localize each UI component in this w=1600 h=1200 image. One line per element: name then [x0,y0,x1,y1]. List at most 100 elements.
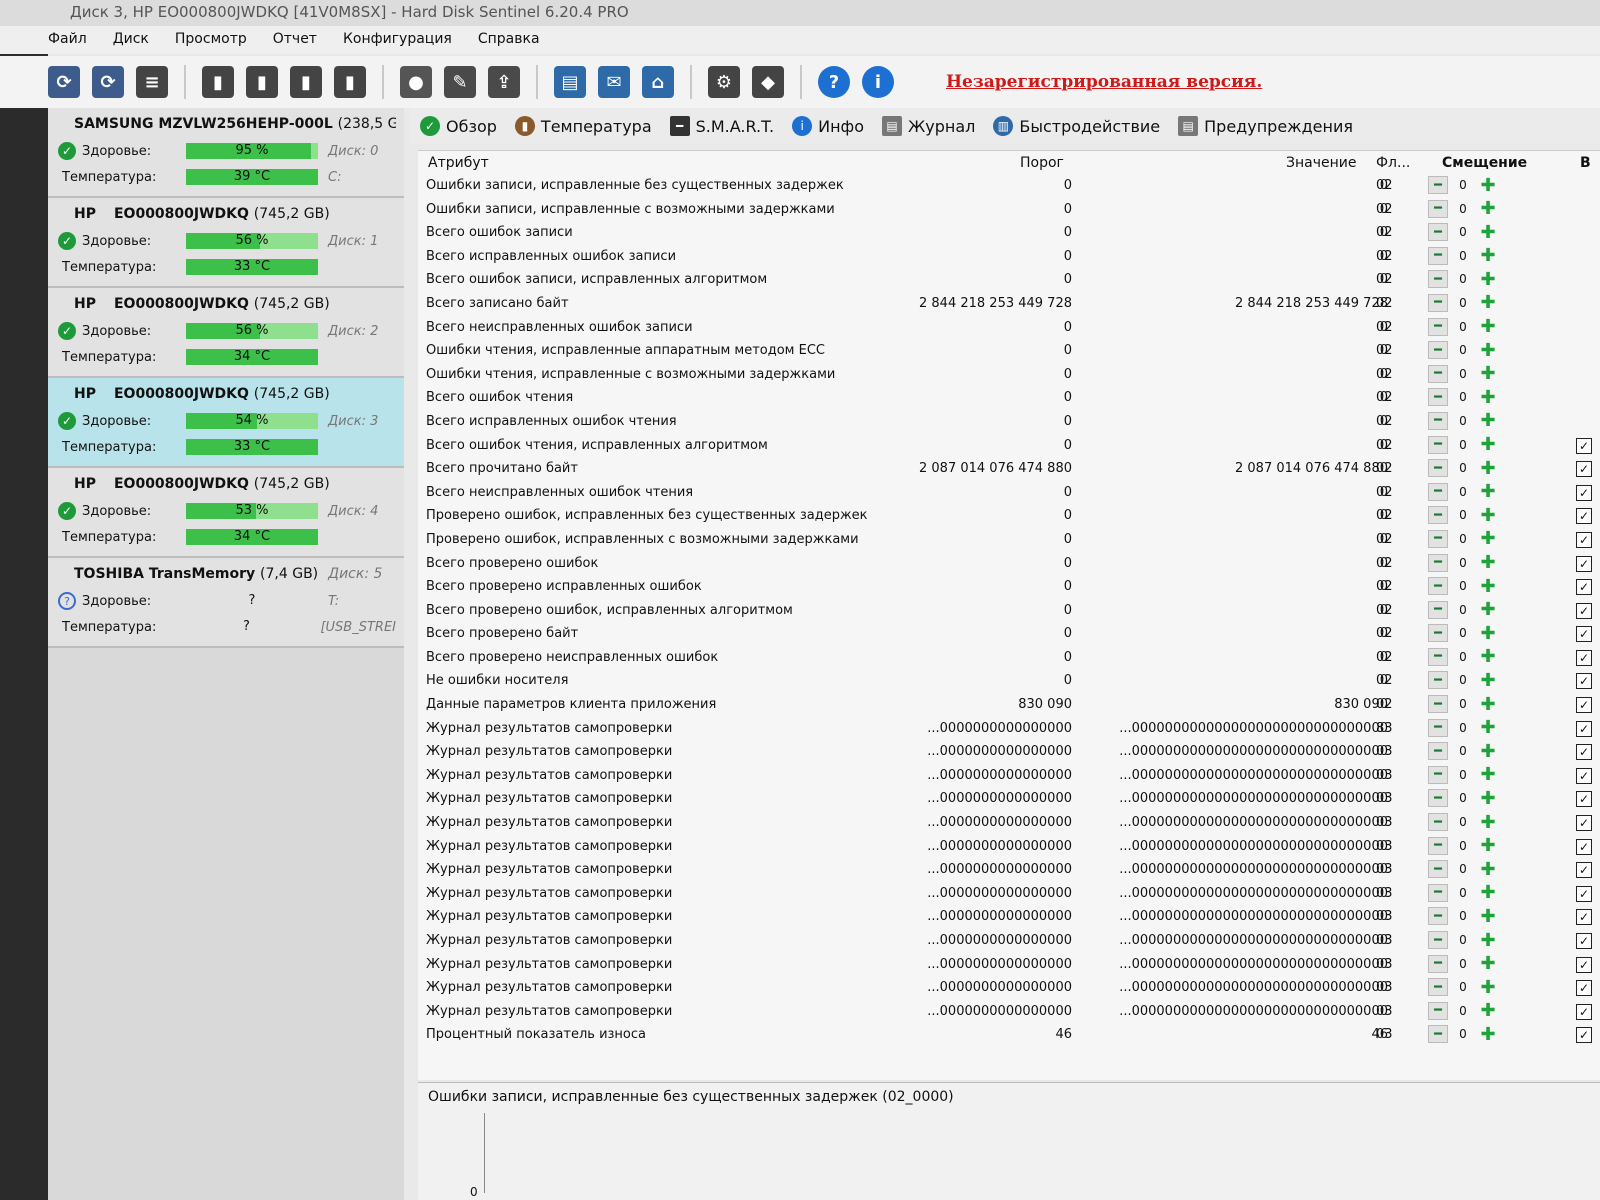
table-row[interactable]: Всего записано байт 2 844 218 253 449 728… [418,292,1600,317]
offset-decrease-button[interactable]: ━ [1428,459,1448,478]
offset-decrease-button[interactable]: ━ [1428,293,1448,312]
menu-item-2[interactable]: Просмотр [175,31,247,49]
offset-decrease-button[interactable]: ━ [1428,577,1448,596]
refresh-all-icon[interactable]: ⟳ [92,66,124,98]
offset-decrease-button[interactable]: ━ [1428,199,1448,218]
offset-increase-button[interactable]: ✚ [1478,175,1498,196]
menu-item-5[interactable]: Справка [478,31,540,49]
offset-increase-button[interactable]: ✚ [1478,316,1498,337]
offset-decrease-button[interactable]: ━ [1428,978,1448,997]
row-checkbox[interactable]: ✓ [1576,744,1592,761]
unregistered-version-link[interactable]: Незарегистрированная версия. [946,72,1262,92]
table-row[interactable]: Журнал результатов самопроверки ...000000… [418,906,1600,930]
header-flags[interactable]: Фл... [1376,155,1410,171]
backup-icon[interactable]: ⇪ [488,66,520,98]
row-checkbox[interactable]: ✓ [1576,862,1592,879]
offset-decrease-button[interactable]: ━ [1428,813,1448,832]
offset-increase-button[interactable]: ✚ [1478,717,1498,738]
tab-2[interactable]: ━ S.M.A.R.T. [669,116,774,136]
table-row[interactable]: Ошибки чтения, исправленные аппаратным м… [418,340,1600,364]
offset-decrease-button[interactable]: ━ [1428,860,1448,879]
table-row[interactable]: Журнал результатов самопроверки ...000000… [418,859,1600,883]
offset-increase-button[interactable]: ✚ [1478,245,1498,266]
offset-decrease-button[interactable]: ━ [1428,742,1448,761]
table-row[interactable]: Всего проверено исправленных ошибок 0 0 02 ━… [418,576,1600,600]
offset-decrease-button[interactable]: ━ [1428,176,1448,194]
offset-decrease-button[interactable]: ━ [1428,1025,1448,1044]
offset-decrease-button[interactable]: ━ [1428,553,1448,572]
hdd-icon[interactable]: ● [400,66,432,98]
table-row[interactable]: Всего проверено ошибок, исправленных алг… [418,599,1600,624]
wrench-icon[interactable]: ✎ [444,66,476,98]
row-checkbox[interactable]: ✓ [1576,980,1592,997]
row-checkbox[interactable]: ✓ [1576,437,1592,454]
offset-increase-button[interactable]: ✚ [1478,410,1498,431]
offset-decrease-button[interactable]: ━ [1428,317,1448,336]
row-checkbox[interactable]: ✓ [1576,791,1592,808]
table-row[interactable]: Всего проверено неисправленных ошибок 0 0 0… [418,646,1600,671]
disk-tool-1-icon[interactable]: ▮ [202,66,234,98]
table-row[interactable]: Всего проверено ошибок 0 0 02 ━ 0 ✚ ✓ [418,552,1600,577]
disk-tool-3-icon[interactable]: ▮ [290,66,322,98]
offset-decrease-button[interactable]: ━ [1428,624,1448,643]
info-icon[interactable]: i [862,66,894,98]
offset-increase-button[interactable]: ✚ [1478,764,1498,785]
offset-decrease-button[interactable]: ━ [1428,931,1448,949]
tab-6[interactable]: ▤ Предупреждения [1178,116,1353,136]
header-value[interactable]: Значение [1286,155,1356,171]
offset-decrease-button[interactable]: ━ [1428,671,1448,690]
table-row[interactable]: Журнал результатов самопроверки ...000000… [418,812,1600,836]
row-checkbox[interactable]: ✓ [1576,815,1592,832]
table-row[interactable]: Процентный показатель износа 46 46 03 ━ 0 ✚ ✓ [418,1024,1600,1048]
table-row[interactable]: Всего ошибок чтения 0 0 02 ━ 0 ✚ [418,387,1600,411]
list-icon[interactable]: ≡ [136,66,168,98]
table-row[interactable]: Ошибки записи, исправленные с возможными… [418,198,1600,223]
offset-decrease-button[interactable]: ━ [1428,529,1448,548]
table-row[interactable]: Всего неисправленных ошибок записи 0 0 02 ━ 0… [418,316,1600,341]
row-checkbox[interactable]: ✓ [1576,885,1592,902]
table-row[interactable]: Всего исправленных ошибок чтения 0 0 02 ━ 0 ✚ [418,410,1600,435]
row-checkbox[interactable]: ✓ [1576,626,1592,643]
menu-item-3[interactable]: Отчет [273,31,317,49]
row-checkbox[interactable]: ✓ [1576,579,1592,596]
offset-increase-button[interactable]: ✚ [1478,292,1498,313]
row-checkbox[interactable]: ✓ [1576,767,1592,784]
disk-entry[interactable]: HP EO000800JWDKQ (745,2 GB) ✓ Здоровье: 53 %… [48,468,404,558]
table-row[interactable]: Всего проверено байт 0 0 02 ━ 0 ✚ ✓ [418,623,1600,647]
offset-decrease-button[interactable]: ━ [1428,883,1448,902]
offset-increase-button[interactable]: ✚ [1478,930,1498,951]
header-threshold[interactable]: Порог [1020,155,1064,171]
row-checkbox[interactable]: ✓ [1576,555,1592,572]
offset-increase-button[interactable]: ✚ [1478,481,1498,502]
row-checkbox[interactable]: ✓ [1576,531,1592,548]
table-row[interactable]: Журнал результатов самопроверки ...000000… [418,977,1600,1001]
row-checkbox[interactable]: ✓ [1576,909,1592,926]
offset-decrease-button[interactable]: ━ [1428,270,1448,289]
menu-item-0[interactable]: Файл [48,31,87,49]
offset-increase-button[interactable]: ✚ [1478,741,1498,762]
email-icon[interactable]: ✉ [598,66,630,98]
tab-5[interactable]: ▥ Быстродействие [993,116,1160,136]
table-row[interactable]: Всего ошибок чтения, исправленных алгори… [418,434,1600,459]
row-checkbox[interactable]: ✓ [1576,1003,1592,1020]
report-icon[interactable]: ▤ [554,66,586,98]
offset-decrease-button[interactable]: ━ [1428,789,1448,808]
tab-0[interactable]: ✓ Обзор [420,116,497,136]
table-row[interactable]: Журнал результатов самопроверки ...000000… [418,1000,1600,1025]
row-checkbox[interactable]: ✓ [1576,838,1592,855]
row-checkbox[interactable]: ✓ [1576,956,1592,973]
table-row[interactable]: Журнал результатов самопроверки ...000000… [418,930,1600,954]
offset-increase-button[interactable]: ✚ [1478,788,1498,809]
offset-decrease-button[interactable]: ━ [1428,765,1448,784]
offset-increase-button[interactable]: ✚ [1478,505,1498,526]
offset-decrease-button[interactable]: ━ [1428,223,1448,242]
table-row[interactable]: Журнал результатов самопроверки ...000000… [418,788,1600,812]
offset-increase-button[interactable]: ✚ [1478,599,1498,620]
offset-increase-button[interactable]: ✚ [1478,363,1498,384]
offset-increase-button[interactable]: ✚ [1478,646,1498,667]
offset-decrease-button[interactable]: ━ [1428,1001,1448,1020]
table-row[interactable]: Всего неисправленных ошибок чтения 0 0 02 ━ 0… [418,481,1600,506]
offset-increase-button[interactable]: ✚ [1478,1000,1498,1021]
row-checkbox[interactable]: ✓ [1576,933,1592,949]
offset-increase-button[interactable]: ✚ [1478,434,1498,455]
